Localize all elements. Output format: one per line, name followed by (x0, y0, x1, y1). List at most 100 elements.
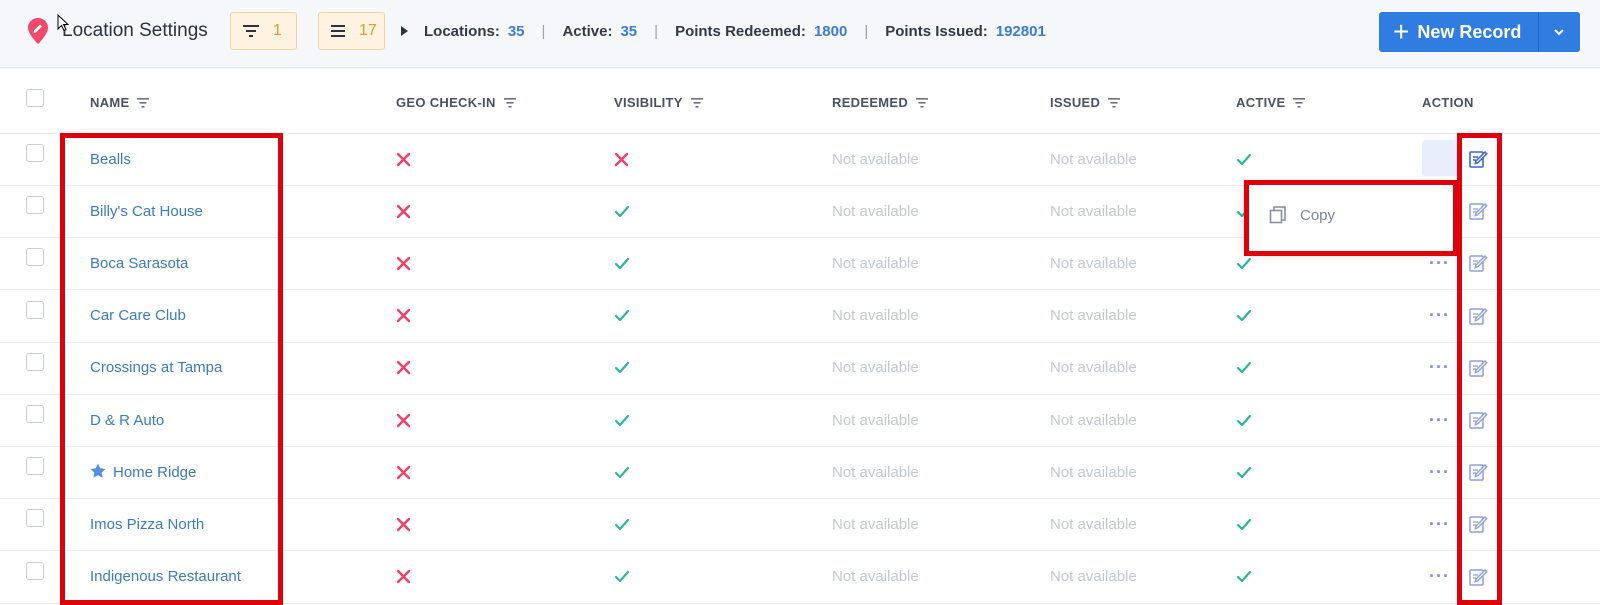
new-record-button[interactable]: + New Record (1379, 12, 1580, 52)
chevron-down-icon[interactable] (1552, 25, 1566, 39)
edit-icon[interactable] (1468, 551, 1488, 603)
check-icon (1236, 342, 1252, 394)
page-title: Location Settings (62, 20, 208, 41)
location-name-link[interactable]: Crossings at Tampa (90, 342, 222, 394)
location-name-text: Bealls (90, 150, 131, 168)
list-chip[interactable]: 17 (318, 12, 385, 50)
edit-icon[interactable] (1468, 237, 1488, 289)
copy-icon (1269, 206, 1286, 224)
edit-icon[interactable] (1468, 446, 1488, 498)
column-header-geo-checkin[interactable]: GEO CHECK-IN (396, 95, 516, 110)
edit-icon[interactable] (1468, 133, 1488, 185)
location-pin-icon (28, 18, 48, 44)
more-options-icon[interactable]: ··· (1429, 290, 1450, 342)
edit-icon[interactable] (1468, 185, 1488, 237)
filter-icon (243, 25, 259, 37)
list-icon (331, 25, 345, 37)
row-checkbox[interactable] (26, 561, 44, 580)
location-name-text: Boca Sarasota (90, 254, 189, 272)
sort-icon[interactable] (137, 97, 150, 108)
location-name-link[interactable]: Indigenous Restaurant (90, 551, 241, 603)
expand-arrow-icon[interactable] (401, 26, 408, 36)
column-header-name[interactable]: NAME (90, 95, 150, 110)
issued-value: Not available (1050, 463, 1137, 481)
column-label: REDEEMED (832, 95, 909, 110)
cross-icon (396, 551, 411, 603)
location-name-link[interactable]: Home Ridge (90, 446, 196, 498)
redeemed-value: Not available (832, 254, 919, 272)
redeemed-value: Not available (832, 359, 919, 377)
cross-icon (396, 498, 411, 550)
row-checkbox[interactable] (26, 405, 44, 423)
cross-icon (396, 237, 411, 289)
check-icon (1236, 133, 1252, 185)
location-name-link[interactable]: Bealls (90, 133, 131, 185)
column-label: GEO CHECK-IN (396, 95, 496, 110)
action-menu-trigger-active (1422, 140, 1462, 176)
sort-icon[interactable] (916, 97, 929, 108)
more-options-icon[interactable]: ··· (1429, 394, 1450, 446)
location-name-link[interactable]: Boca Sarasota (90, 237, 188, 289)
stat-active-label: Active: (562, 23, 613, 40)
column-header-redeemed[interactable]: REDEEMED (832, 95, 929, 110)
edit-icon[interactable] (1468, 290, 1488, 342)
check-icon (614, 237, 630, 289)
location-name-link[interactable]: D & R Auto (90, 394, 164, 446)
row-checkbox[interactable] (26, 300, 44, 319)
check-icon (614, 342, 630, 394)
table-row: Indigenous Restaurant Not available Not … (0, 551, 1600, 604)
cross-icon (396, 446, 411, 498)
more-options-icon[interactable]: ··· (1429, 342, 1450, 394)
table-row: Bealls Not available Not available ··· (0, 133, 1600, 186)
edit-icon[interactable] (1468, 394, 1488, 446)
edit-icon[interactable] (1468, 342, 1488, 394)
sort-icon[interactable] (503, 97, 516, 108)
issued-value: Not available (1050, 515, 1137, 533)
more-options-icon[interactable]: ··· (1429, 498, 1450, 550)
filter-count: 1 (273, 22, 282, 39)
row-checkbox[interactable] (26, 509, 44, 528)
edit-icon[interactable] (1468, 498, 1488, 550)
stat-divider: | (541, 23, 546, 40)
action-menu-popup: Copy (1244, 182, 1456, 252)
cross-icon (396, 185, 411, 237)
stat-divider: | (654, 23, 659, 40)
select-all-checkbox[interactable] (26, 89, 44, 107)
issued-value: Not available (1050, 202, 1137, 220)
row-checkbox[interactable] (26, 457, 44, 476)
row-checkbox[interactable] (26, 352, 44, 371)
location-name-link[interactable]: Car Care Club (90, 290, 186, 342)
column-header-active[interactable]: ACTIVE (1236, 95, 1306, 110)
column-header-visibility[interactable]: VISIBILITY (614, 95, 703, 110)
location-name-link[interactable]: Billy's Cat House (90, 185, 203, 237)
table-header: NAME GEO CHECK-IN VISIBILITY REDEEMED IS… (0, 78, 1600, 134)
column-label: NAME (90, 95, 130, 110)
copy-menu-item[interactable]: Copy (1269, 206, 1335, 224)
sort-icon[interactable] (690, 97, 703, 108)
row-checkbox[interactable] (26, 144, 44, 162)
sort-icon[interactable] (1293, 97, 1306, 108)
more-options-icon[interactable]: ··· (1429, 551, 1450, 603)
copy-label: Copy (1300, 206, 1336, 224)
more-options-icon[interactable]: ··· (1429, 446, 1450, 498)
stat-redeemed-value: 1800 (813, 23, 848, 40)
column-header-issued[interactable]: ISSUED (1050, 95, 1121, 110)
sort-icon[interactable] (1108, 97, 1121, 108)
filter-chip[interactable]: 1 (230, 12, 297, 50)
star-icon (90, 463, 106, 482)
cross-icon (396, 342, 411, 394)
row-checkbox[interactable] (26, 196, 44, 215)
column-label: ACTIVE (1236, 95, 1286, 110)
row-checkbox[interactable] (26, 248, 44, 267)
location-name-link[interactable]: Imos Pizza North (90, 498, 204, 550)
column-label: ACTION (1422, 95, 1474, 110)
stat-redeemed-label: Points Redeemed: (675, 23, 806, 40)
table-row: Crossings at Tampa Not available Not ava… (0, 342, 1600, 395)
column-header-action: ACTION (1422, 95, 1474, 110)
mouse-cursor-icon (57, 14, 69, 32)
column-label: VISIBILITY (614, 95, 683, 110)
stat-divider: | (864, 23, 869, 40)
check-icon (614, 394, 630, 446)
redeemed-value: Not available (832, 515, 919, 533)
redeemed-value: Not available (832, 150, 919, 168)
